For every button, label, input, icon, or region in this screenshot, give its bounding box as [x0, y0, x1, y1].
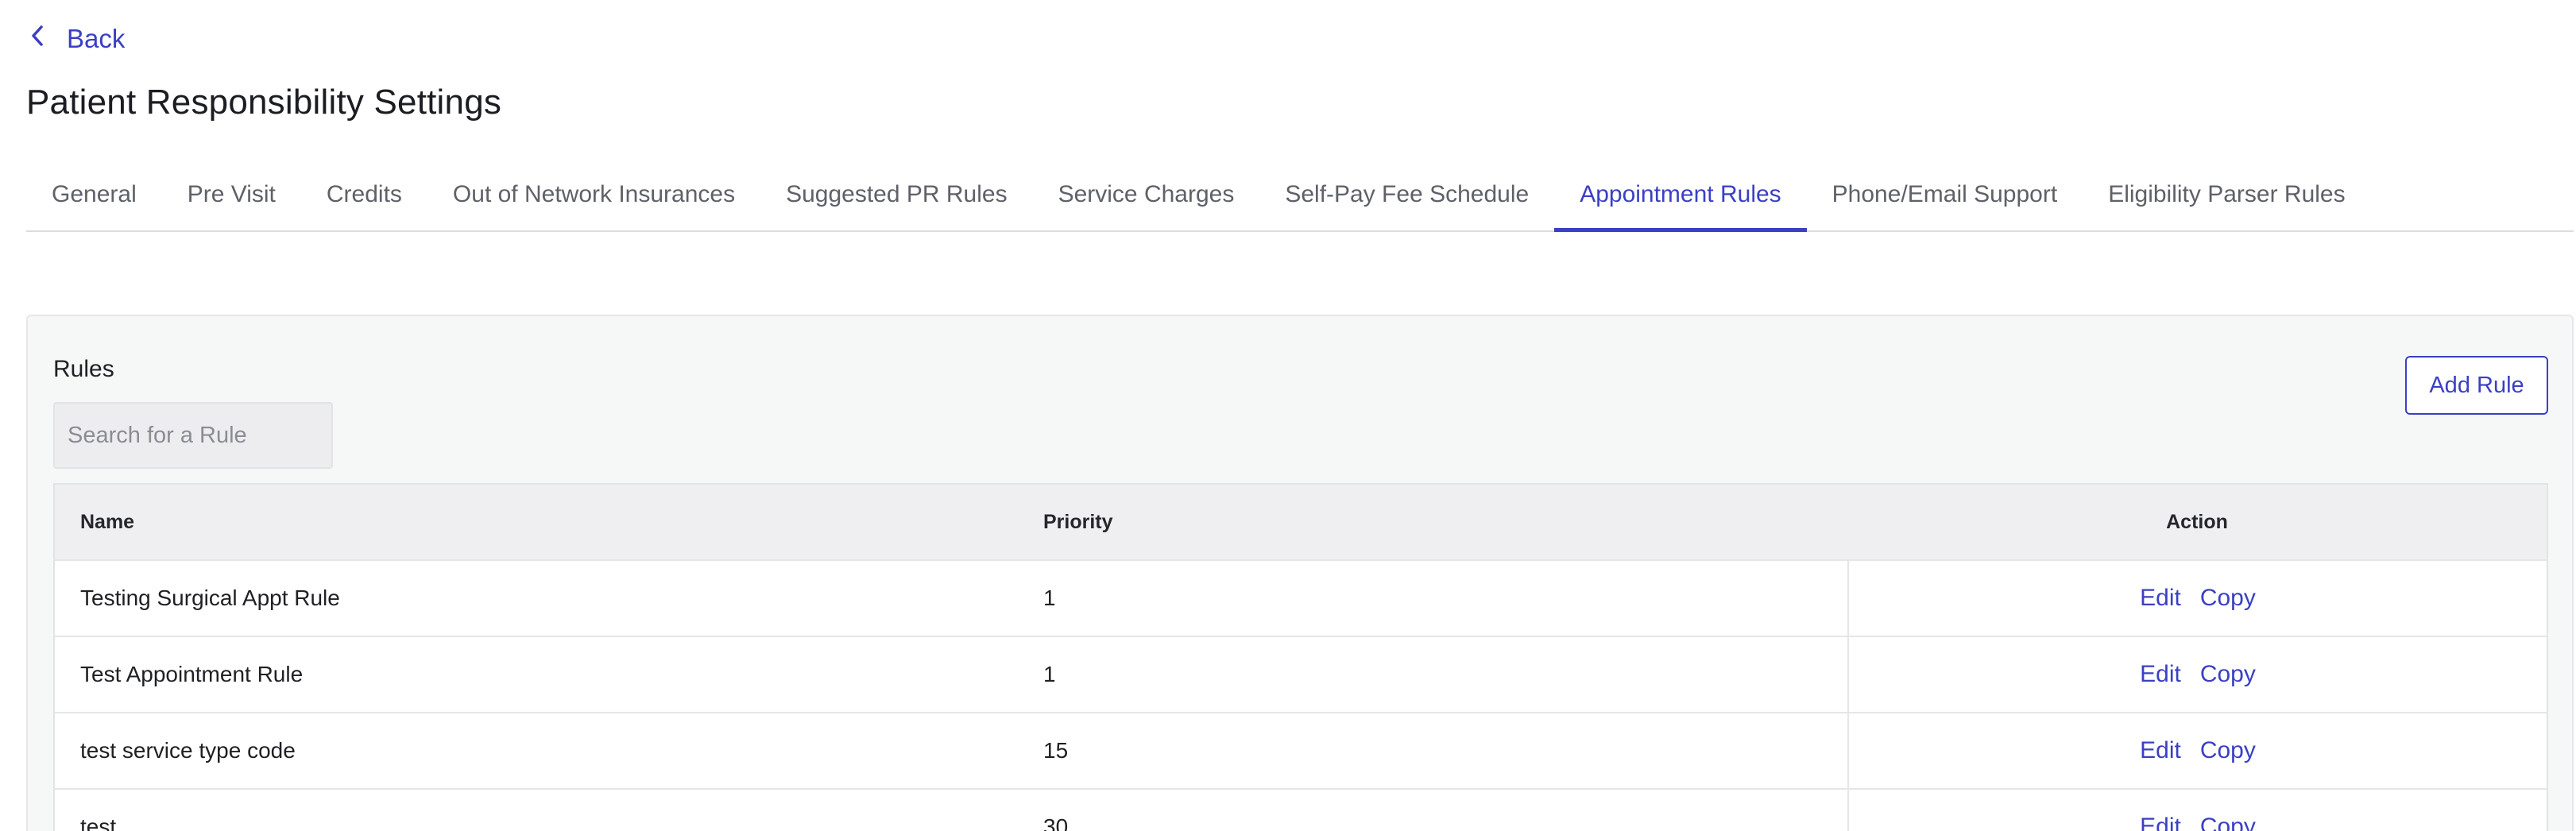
copy-rule-link[interactable]: Copy: [2200, 585, 2256, 612]
copy-rule-link[interactable]: Copy: [2200, 737, 2256, 764]
edit-rule-link[interactable]: Edit: [2140, 737, 2181, 764]
back-link[interactable]: Back: [29, 19, 125, 59]
tab-eligibility-parser-rules[interactable]: Eligibility Parser Rules: [2083, 159, 2370, 230]
tab-general[interactable]: General: [26, 159, 162, 230]
tab-self-pay-fee-schedule[interactable]: Self-Pay Fee Schedule: [1259, 159, 1554, 230]
table-row: Testing Surgical Appt Rule 1 Edit Copy: [55, 561, 2547, 637]
table-row: test service type code 15 Edit Copy: [55, 713, 2547, 790]
rule-name: test: [80, 814, 117, 831]
settings-tabs: General Pre Visit Credits Out of Network…: [26, 159, 2574, 232]
tab-suggested-pr-rules[interactable]: Suggested PR Rules: [760, 159, 1033, 230]
tab-appointment-rules[interactable]: Appointment Rules: [1554, 159, 1808, 232]
rule-priority: 15: [1043, 738, 1069, 763]
rule-name: test service type code: [80, 738, 296, 763]
back-label: Back: [67, 24, 126, 53]
table-row: test 30 Edit Copy: [55, 790, 2547, 831]
rule-priority: 30: [1043, 814, 1069, 831]
column-header-name: Name: [80, 510, 135, 533]
rule-actions: Edit Copy: [1847, 637, 2547, 712]
tab-credits[interactable]: Credits: [301, 159, 427, 230]
copy-rule-link[interactable]: Copy: [2200, 814, 2256, 831]
rule-actions: Edit Copy: [1847, 713, 2547, 788]
tab-service-charges[interactable]: Service Charges: [1033, 159, 1260, 230]
rules-table: Name Priority Action Testing Surgical Ap…: [53, 483, 2548, 831]
tab-pre-visit[interactable]: Pre Visit: [162, 159, 301, 230]
tab-out-of-network-insurances[interactable]: Out of Network Insurances: [427, 159, 760, 230]
rule-actions: Edit Copy: [1847, 790, 2547, 831]
rule-name: Testing Surgical Appt Rule: [80, 586, 340, 610]
rule-priority: 1: [1043, 586, 1056, 610]
edit-rule-link[interactable]: Edit: [2140, 814, 2181, 831]
tab-phone-email-support[interactable]: Phone/Email Support: [1807, 159, 2083, 230]
edit-rule-link[interactable]: Edit: [2140, 661, 2181, 688]
add-rule-button[interactable]: Add Rule: [2405, 356, 2548, 415]
rules-panel: Rules Add Rule Name Priority Action Test…: [26, 315, 2574, 831]
page-title: Patient Responsibility Settings: [26, 83, 502, 122]
rule-actions: Edit Copy: [1847, 561, 2547, 636]
table-header-row: Name Priority Action: [55, 485, 2547, 561]
rule-priority: 1: [1043, 662, 1056, 686]
edit-rule-link[interactable]: Edit: [2140, 585, 2181, 612]
copy-rule-link[interactable]: Copy: [2200, 661, 2256, 688]
column-header-priority: Priority: [1043, 510, 1113, 533]
rules-heading: Rules: [53, 356, 114, 382]
rule-search-input[interactable]: [53, 402, 333, 469]
rule-name: Test Appointment Rule: [80, 662, 304, 686]
table-row: Test Appointment Rule 1 Edit Copy: [55, 637, 2547, 713]
column-header-action: Action: [2166, 510, 2228, 533]
chevron-left-icon: [29, 23, 46, 55]
